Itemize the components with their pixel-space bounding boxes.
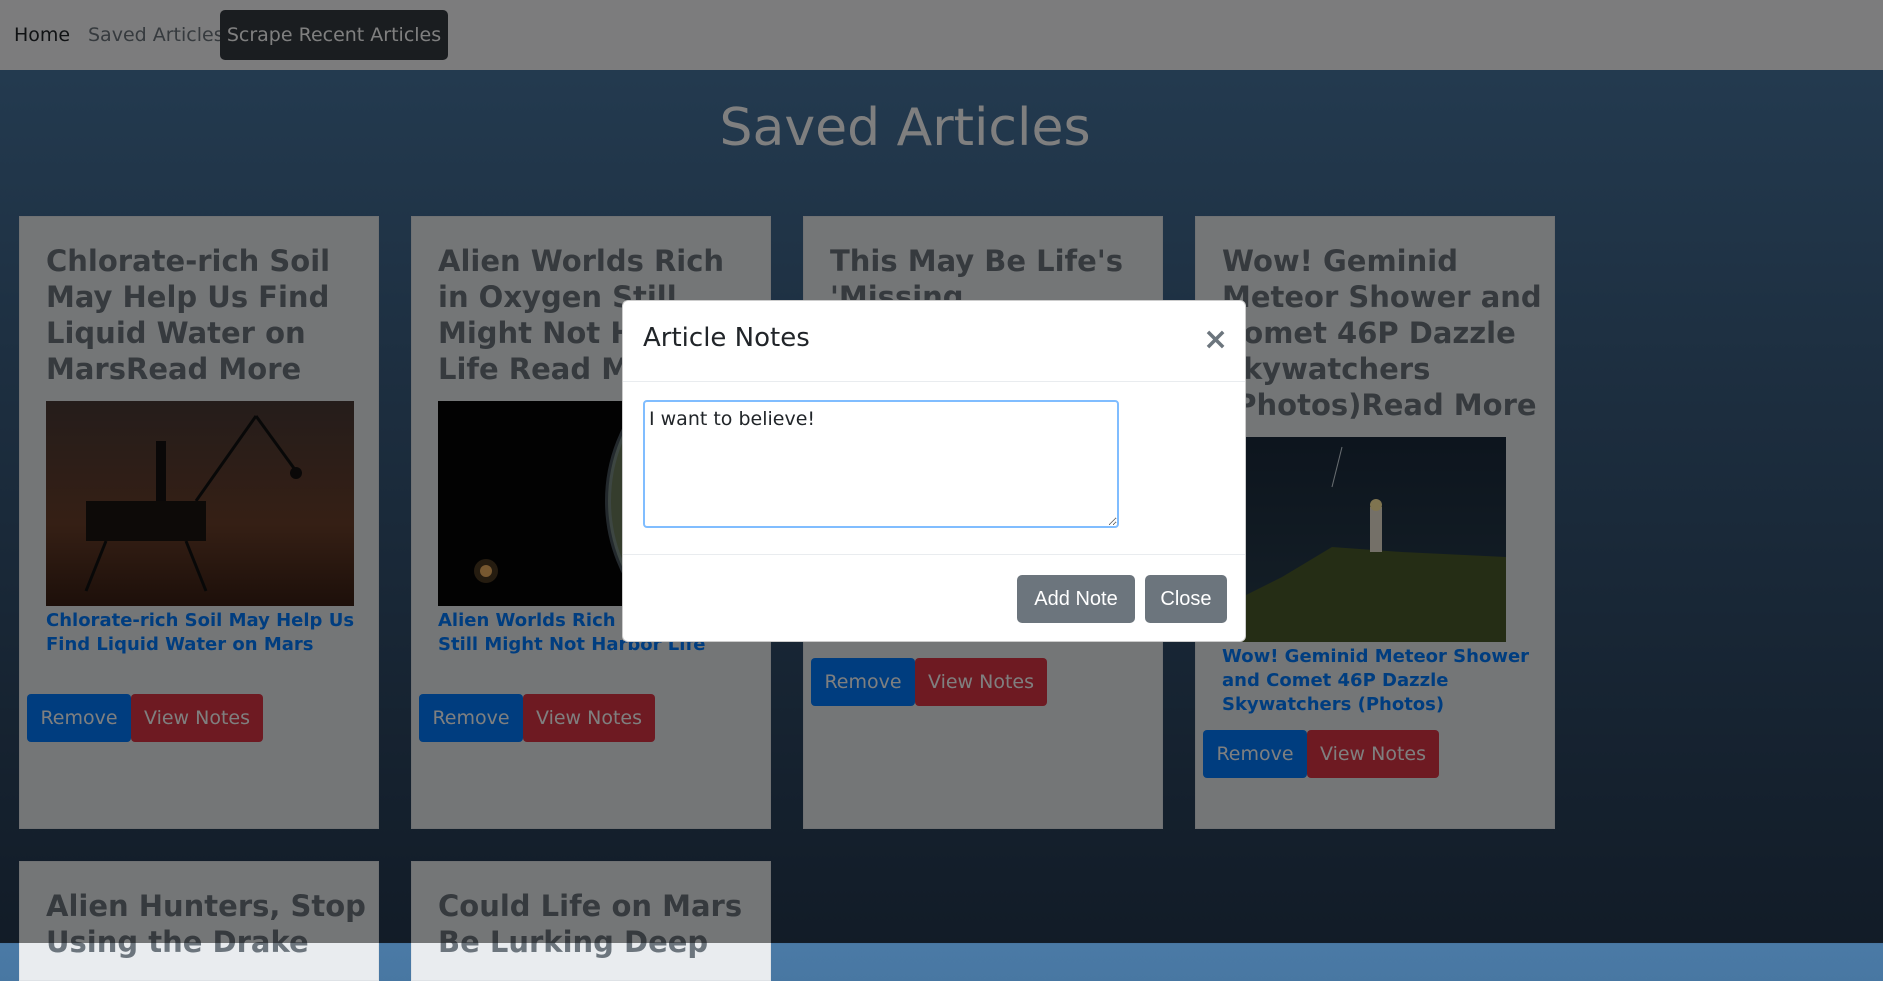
add-note-button[interactable]: Add Note xyxy=(1017,575,1135,623)
modal-header: Article Notes × xyxy=(623,301,1245,382)
modal-title: Article Notes xyxy=(643,323,810,353)
modal-divider xyxy=(623,554,1245,555)
close-button[interactable]: Close xyxy=(1145,575,1227,623)
close-icon[interactable]: × xyxy=(1203,325,1228,355)
article-notes-modal: Article Notes × Add Note Close xyxy=(622,300,1246,642)
note-textarea[interactable] xyxy=(643,400,1119,528)
